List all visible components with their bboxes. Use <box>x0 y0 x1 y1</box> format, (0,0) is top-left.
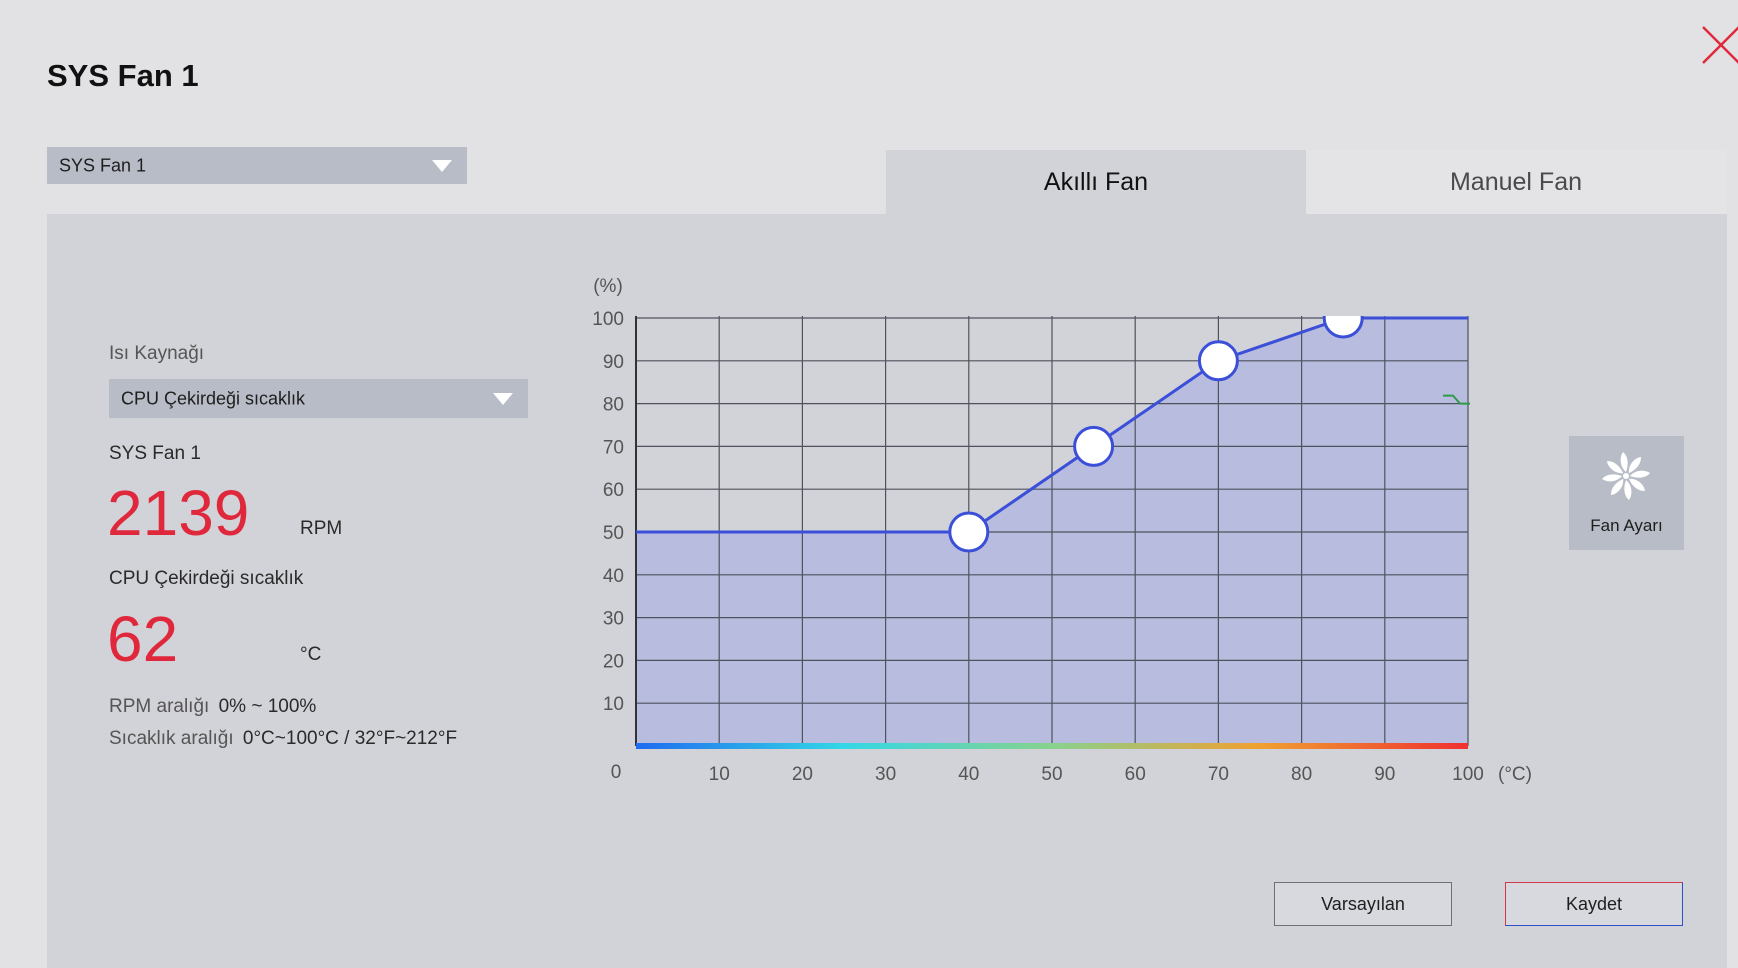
tab-manual-fan[interactable]: Manuel Fan <box>1306 150 1726 214</box>
chevron-down-icon <box>432 159 452 172</box>
temp-range-value: 0°C~100°C / 32°F~212°F <box>242 728 458 749</box>
save-button[interactable]: Kaydet <box>1505 882 1683 926</box>
curve-control-point[interactable] <box>1197 340 1239 382</box>
x-tick-label: 90 <box>1374 764 1395 785</box>
y-tick-label: 60 <box>603 480 624 501</box>
rpm-range-value: 0% ~ 100% <box>218 696 317 717</box>
y-tick-label: 10 <box>603 694 624 715</box>
fan-name-label: SYS Fan 1 <box>109 443 201 464</box>
fan-select[interactable]: SYS Fan 1 <box>47 147 467 184</box>
x-tick-label: 80 <box>1291 764 1312 785</box>
curve-control-point[interactable] <box>948 511 990 553</box>
temp-unit: °C <box>300 644 322 665</box>
x-tick-label: 70 <box>1208 764 1229 785</box>
temp-label: CPU Çekirdeği sıcaklık <box>109 568 304 589</box>
heat-source-value: CPU Çekirdeği sıcaklık <box>121 388 306 408</box>
curve-control-point[interactable] <box>1322 299 1364 339</box>
page-title: SYS Fan 1 <box>47 58 199 93</box>
y-tick-label: 100 <box>592 309 624 330</box>
x-tick-label: 100 <box>1452 764 1484 785</box>
x-tick-label: 20 <box>792 764 813 785</box>
rpm-unit: RPM <box>300 518 343 539</box>
temp-range-row: Sıcaklık aralığı 0°C~100°C / 32°F~212°F <box>109 728 457 750</box>
y-axis-label: (%) <box>593 276 623 297</box>
y-tick-label: 50 <box>603 523 624 544</box>
x-tick-label: 60 <box>1125 764 1146 785</box>
y-tick-label: 70 <box>603 437 624 458</box>
x-tick-label: 40 <box>958 764 979 785</box>
close-icon[interactable] <box>1700 24 1738 66</box>
fan-icon <box>1602 452 1650 500</box>
fan-tuning-label: Fan Ayarı <box>1590 516 1663 535</box>
x-tick-label: 30 <box>875 764 896 785</box>
x-axis-label: (°C) <box>1498 764 1532 785</box>
temp-value: 62 <box>107 603 179 675</box>
fan-curve-chart[interactable]: 10 20 30 40 50 60 70 80 90 100 10 20 30 40 50 60 70 80 90 1… <box>580 268 1540 798</box>
rpm-range-row: RPM aralığı 0% ~ 100% <box>109 696 316 718</box>
y-tick-label: 80 <box>603 395 624 416</box>
tab-smart-fan[interactable]: Akıllı Fan <box>886 150 1306 214</box>
heat-source-select[interactable]: CPU Çekirdeği sıcaklık <box>109 379 528 418</box>
fan-select-value: SYS Fan 1 <box>59 155 147 175</box>
fan-tuning-button[interactable]: Fan Ayarı <box>1569 436 1684 550</box>
curve-control-point[interactable] <box>1073 425 1115 467</box>
rpm-value: 2139 <box>107 477 250 549</box>
default-button[interactable]: Varsayılan <box>1274 882 1452 926</box>
temp-range-label: Sıcaklık aralığı <box>109 728 234 749</box>
rpm-range-label: RPM aralığı <box>109 696 210 717</box>
heat-source-label: Isı Kaynağı <box>109 343 205 364</box>
y-tick-label: 40 <box>603 566 624 587</box>
temperature-gradient-bar <box>636 743 1468 749</box>
x-tick-label: 10 <box>709 764 730 785</box>
y-tick-label: 30 <box>603 609 624 630</box>
y-tick-label: 90 <box>603 352 624 373</box>
chevron-down-icon <box>493 392 513 405</box>
origin-label: 0 <box>611 762 622 783</box>
x-tick-label: 50 <box>1041 764 1062 785</box>
y-tick-label: 20 <box>603 651 624 672</box>
